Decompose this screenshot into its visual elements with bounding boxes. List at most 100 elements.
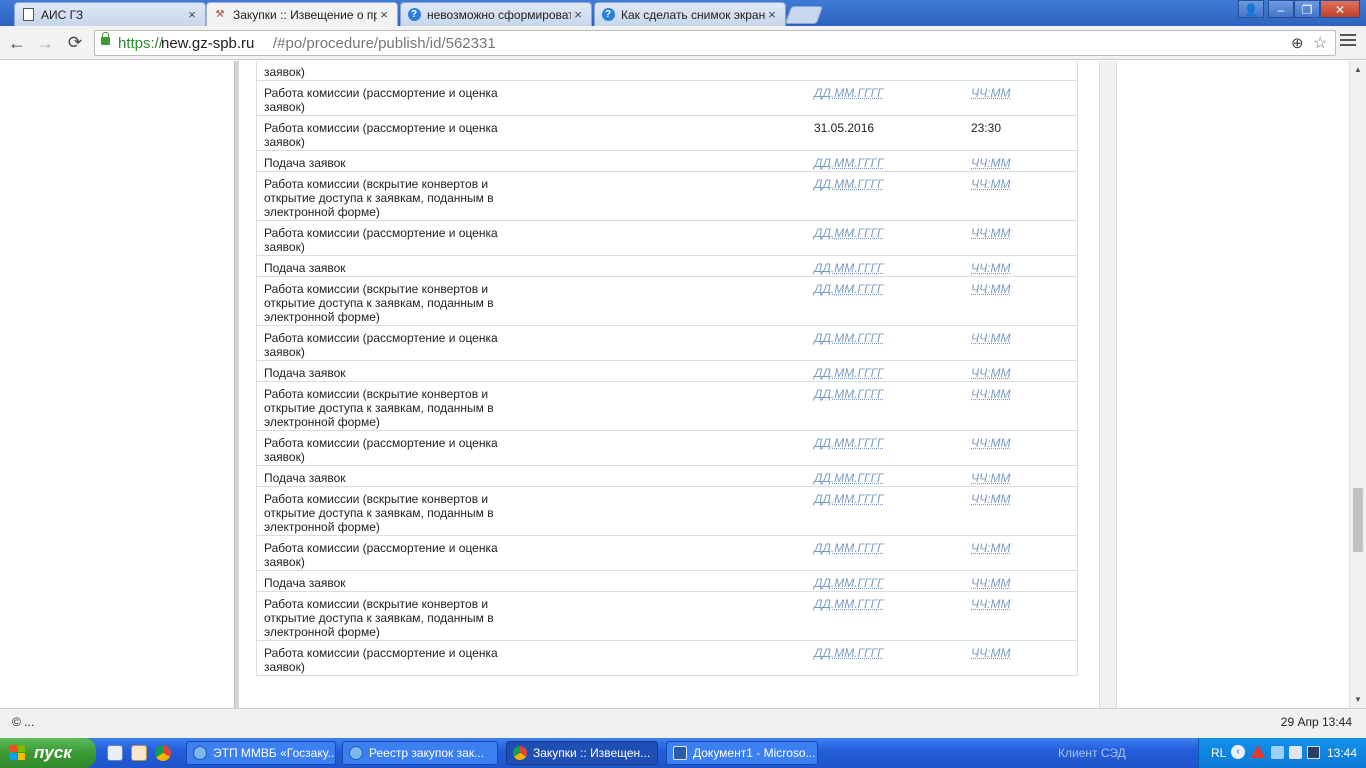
table-row: Работа комиссии (рассмортение и оценка з…: [256, 80, 1078, 116]
volume-icon[interactable]: [1289, 746, 1302, 759]
time-input[interactable]: ЧЧ:ММ: [971, 366, 1011, 380]
taskbar-item-etp-mmvb[interactable]: ЭТП ММВБ «Госзаку...: [186, 741, 336, 765]
time-input[interactable]: ЧЧ:ММ: [971, 576, 1011, 590]
time-input[interactable]: ЧЧ:ММ: [971, 86, 1011, 100]
stage-name-cell: Работа комиссии (вскрытие конвертов и от…: [256, 486, 514, 536]
close-tab-icon[interactable]: ×: [765, 7, 779, 22]
date-cell: ДД.ММ.ГГГГ: [807, 486, 964, 536]
time-input[interactable]: ЧЧ:ММ: [971, 261, 1011, 275]
tab-procurement-notice[interactable]: ⚒ Закупки :: Извещение о пр ×: [206, 2, 398, 26]
new-tab-button[interactable]: [784, 6, 824, 24]
time-input[interactable]: ЧЧ:ММ: [971, 331, 1011, 345]
date-input[interactable]: ДД.ММ.ГГГГ: [814, 387, 884, 401]
reload-icon[interactable]: ⟳: [64, 32, 86, 54]
word-icon: [673, 746, 687, 760]
stage-name: Работа комиссии (рассмортение и оценка з…: [264, 331, 498, 359]
date-input[interactable]: ДД.ММ.ГГГГ: [814, 436, 884, 450]
tab-cannot-generate[interactable]: ? невозможно сформировать ×: [400, 2, 592, 26]
time-input[interactable]: ЧЧ:ММ: [971, 492, 1011, 506]
time-input[interactable]: ЧЧ:ММ: [971, 282, 1011, 296]
date-input[interactable]: ДД.ММ.ГГГГ: [814, 492, 884, 506]
date-input[interactable]: ДД.ММ.ГГГГ: [814, 576, 884, 590]
monitor-icon[interactable]: [1307, 746, 1320, 759]
close-tab-icon[interactable]: ×: [571, 7, 585, 22]
tab-title: АИС ГЗ: [41, 7, 84, 22]
scroll-up-arrow-icon[interactable]: ▲: [1354, 65, 1362, 74]
tray-expand-icon[interactable]: ‹: [1231, 745, 1245, 759]
date-input[interactable]: ДД.ММ.ГГГГ: [814, 261, 884, 275]
time-input[interactable]: ЧЧ:ММ: [971, 387, 1011, 401]
date-input[interactable]: ДД.ММ.ГГГГ: [814, 86, 884, 100]
date-input[interactable]: ДД.ММ.ГГГГ: [814, 282, 884, 296]
scroll-down-arrow-icon[interactable]: ▼: [1354, 695, 1362, 704]
table-row: Работа комиссии (вскрытие конвертов и от…: [256, 276, 1078, 326]
menu-icon[interactable]: [1340, 34, 1356, 49]
date-input[interactable]: ДД.ММ.ГГГГ: [814, 226, 884, 240]
date-input[interactable]: ДД.ММ.ГГГГ: [814, 331, 884, 345]
ie-icon: [193, 746, 207, 760]
stage-name-cell: Работа комиссии (вскрытие конвертов и от…: [256, 381, 514, 431]
chrome-quicklaunch-icon[interactable]: [155, 745, 171, 761]
time-input[interactable]: ЧЧ:ММ: [971, 541, 1011, 555]
taskbar-item-word-document[interactable]: Документ1 - Microso...: [666, 741, 818, 765]
tab-ais-gz[interactable]: АИС ГЗ ×: [14, 2, 206, 26]
warning-icon[interactable]: [1251, 745, 1265, 758]
time-cell: ЧЧ:ММ: [964, 591, 1078, 641]
table-row: Подача заявок ДД.ММ.ГГГГ ЧЧ:ММ: [256, 570, 1078, 592]
user-icon[interactable]: 👤: [1238, 0, 1264, 18]
date-value[interactable]: 31.05.2016: [814, 121, 874, 135]
url-path: /#po/procedure/publish/id/562331: [273, 35, 496, 52]
start-button[interactable]: пуск: [0, 738, 96, 768]
spacer-cell: [514, 171, 807, 221]
date-input[interactable]: ДД.ММ.ГГГГ: [814, 597, 884, 611]
time-cell: ЧЧ:ММ: [964, 80, 1078, 116]
page-scrollbar[interactable]: ▲ ▼: [1349, 61, 1366, 708]
time-input[interactable]: ЧЧ:ММ: [971, 436, 1011, 450]
taskbar-item-procurement[interactable]: Закупки :: Извещен...: [506, 741, 658, 765]
network-icon[interactable]: [1271, 746, 1284, 759]
minimize-button[interactable]: –: [1268, 0, 1294, 18]
zoom-icon[interactable]: ⊕: [1291, 34, 1304, 52]
date-input[interactable]: ДД.ММ.ГГГГ: [814, 366, 884, 380]
date-input[interactable]: ДД.ММ.ГГГГ: [814, 177, 884, 191]
language-indicator[interactable]: RL: [1211, 746, 1226, 760]
bookmark-star-icon[interactable]: ☆: [1313, 33, 1327, 53]
forward-arrow-icon[interactable]: →: [34, 32, 56, 54]
stage-name-cell: Работа комиссии (вскрытие конвертов и от…: [256, 276, 514, 326]
windows-logo-icon: [10, 745, 26, 761]
time-input[interactable]: ЧЧ:ММ: [971, 177, 1011, 191]
time-input[interactable]: ЧЧ:ММ: [971, 226, 1011, 240]
mail-quicklaunch-icon[interactable]: [131, 745, 147, 761]
date-input[interactable]: ДД.ММ.ГГГГ: [814, 471, 884, 485]
taskbar-item-registry[interactable]: Реестр закупок зак...: [342, 741, 498, 765]
time-input[interactable]: ЧЧ:ММ: [971, 646, 1011, 660]
time-input[interactable]: ЧЧ:ММ: [971, 597, 1011, 611]
close-tab-icon[interactable]: ×: [377, 7, 391, 22]
date-input[interactable]: ДД.ММ.ГГГГ: [814, 156, 884, 170]
time-input[interactable]: ЧЧ:ММ: [971, 471, 1011, 485]
ie-quicklaunch-icon[interactable]: [107, 745, 123, 761]
time-cell: ЧЧ:ММ: [964, 486, 1078, 536]
maximize-button[interactable]: ❐: [1294, 0, 1320, 18]
date-cell: ДД.ММ.ГГГГ: [807, 171, 964, 221]
table-row: Работа комиссии (вскрытие конвертов и от…: [256, 486, 1078, 536]
content-right-border: [1099, 61, 1117, 708]
time-value[interactable]: 23:30: [971, 121, 1001, 135]
date-input[interactable]: ДД.ММ.ГГГГ: [814, 646, 884, 660]
scroll-thumb[interactable]: [1353, 488, 1363, 552]
help-icon: ?: [601, 8, 615, 22]
close-window-button[interactable]: ✕: [1320, 0, 1360, 18]
stage-name-cell: Работа комиссии (рассмортение и оценка з…: [256, 430, 514, 466]
close-tab-icon[interactable]: ×: [185, 7, 199, 22]
spacer-cell: [514, 61, 807, 81]
spacer-cell: [514, 325, 807, 361]
address-bar[interactable]: https:// new.gz-spb.ru /#po/procedure/pu…: [94, 30, 1336, 56]
tab-how-to-screenshot[interactable]: ? Как сделать снимок экрана ×: [594, 2, 786, 26]
back-arrow-icon[interactable]: ←: [6, 32, 28, 54]
browser-tab-strip: АИС ГЗ × ⚒ Закупки :: Извещение о пр × ?…: [0, 0, 1366, 26]
time-input[interactable]: ЧЧ:ММ: [971, 156, 1011, 170]
date-input[interactable]: ДД.ММ.ГГГГ: [814, 541, 884, 555]
system-tray: RL ‹ 13:44: [1198, 738, 1366, 768]
time-cell: ЧЧ:ММ: [964, 276, 1078, 326]
spacer-cell: [514, 535, 807, 571]
